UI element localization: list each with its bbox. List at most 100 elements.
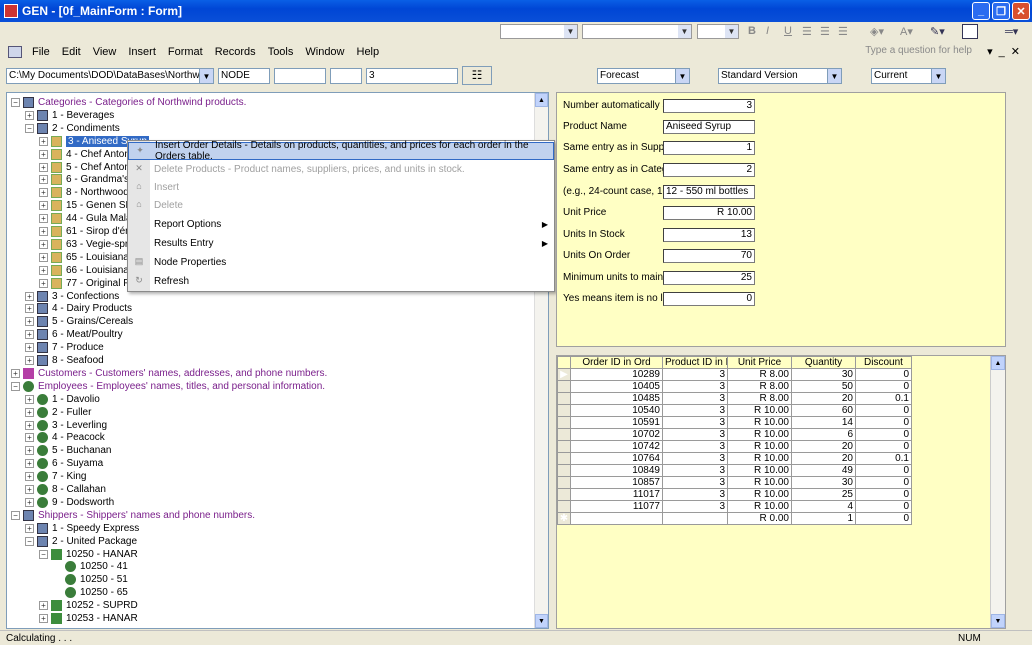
blank-field-2[interactable] <box>330 68 362 84</box>
align-left-icon[interactable]: ☰ <box>802 25 812 38</box>
level-field[interactable]: 3 <box>366 68 458 84</box>
tree-node[interactable]: +7 - King <box>25 470 86 483</box>
tree-node[interactable]: − Employees - Employees' names, titles, a… <box>11 380 325 393</box>
field-input[interactable]: 25 <box>663 271 755 285</box>
column-header[interactable]: Order ID in Ord <box>570 356 663 369</box>
collapse-icon[interactable]: − <box>39 549 48 559</box>
table-cell[interactable]: 0.1 <box>855 452 912 465</box>
expand-icon[interactable]: + <box>25 291 34 301</box>
table-cell[interactable]: 60 <box>791 404 856 417</box>
row-selector[interactable] <box>557 452 571 465</box>
tree-node[interactable]: +8 - Seafood <box>25 354 104 367</box>
table-cell[interactable]: 10849 <box>570 464 663 477</box>
table-row[interactable]: 10764 3 R 10.00 20 0.1 <box>557 452 912 465</box>
table-cell[interactable]: 10289 <box>570 368 663 381</box>
table-cell[interactable]: 10485 <box>570 392 663 405</box>
field-input[interactable]: 12 - 550 ml bottles <box>663 185 755 199</box>
table-cell[interactable]: 50 <box>791 380 856 393</box>
table-cell[interactable]: 10702 <box>570 428 663 441</box>
tree-node[interactable]: +44 - Gula Mala <box>39 212 132 225</box>
column-header[interactable]: Unit Price <box>727 356 792 369</box>
object-combo[interactable]: ▼ <box>500 24 578 39</box>
expand-icon[interactable]: + <box>25 472 34 482</box>
tree-node[interactable]: − Shippers - Shippers' names and phone nu… <box>11 509 255 522</box>
table-cell[interactable]: 11077 <box>570 500 663 513</box>
expand-icon[interactable]: + <box>25 317 34 327</box>
tree-node[interactable]: +77 - Original Fr <box>39 277 133 290</box>
table-row[interactable]: ✱ R 0.00 1 0 <box>557 512 912 525</box>
row-selector[interactable] <box>557 464 571 477</box>
expand-icon[interactable]: + <box>39 162 48 172</box>
align-right-icon[interactable]: ☰ <box>838 25 848 38</box>
table-cell[interactable]: 10742 <box>570 440 663 453</box>
menu-help[interactable]: Help <box>351 46 386 58</box>
table-cell[interactable]: R 8.00 <box>727 392 792 405</box>
align-center-icon[interactable]: ☰ <box>820 25 830 38</box>
expand-icon[interactable]: + <box>25 330 34 340</box>
row-selector[interactable] <box>557 428 571 441</box>
tree-node[interactable]: +4 - Dairy Products <box>25 302 132 315</box>
tree-node[interactable]: +63 - Vegie-spre <box>39 238 134 251</box>
menu-file[interactable]: File <box>26 46 56 58</box>
expand-icon[interactable]: + <box>25 446 34 456</box>
field-input[interactable]: 3 <box>663 99 755 113</box>
table-cell[interactable]: 0 <box>855 428 912 441</box>
expand-icon[interactable]: + <box>39 278 48 288</box>
row-selector[interactable] <box>557 476 571 489</box>
expand-icon[interactable]: + <box>39 614 48 623</box>
table-row[interactable]: 11077 3 R 10.00 4 0 <box>557 500 912 513</box>
collapse-icon[interactable]: − <box>11 510 20 520</box>
bold-button[interactable]: B <box>748 25 756 37</box>
line-color-icon[interactable]: ✎▾ <box>930 25 945 38</box>
tree-node[interactable]: +1 - Beverages <box>25 109 114 122</box>
column-header[interactable]: Quantity <box>791 356 856 369</box>
table-cell[interactable]: 0.1 <box>855 392 912 405</box>
expand-icon[interactable]: + <box>39 136 48 146</box>
table-row[interactable]: 10849 3 R 10.00 49 0 <box>557 464 912 477</box>
table-cell[interactable]: 20 <box>791 392 856 405</box>
tree-node[interactable]: +10252 - SUPRD <box>39 599 138 612</box>
row-selector[interactable] <box>557 380 571 393</box>
tree-node[interactable]: + Customers - Customers' names, addresses… <box>11 367 327 380</box>
row-selector[interactable] <box>557 488 571 501</box>
field-input[interactable]: 1 <box>663 141 755 155</box>
table-cell[interactable]: 3 <box>662 476 728 489</box>
expand-icon[interactable]: + <box>39 149 48 159</box>
row-selector[interactable] <box>557 392 571 405</box>
forecast-combo[interactable]: Forecast ▼ <box>597 68 690 84</box>
field-input[interactable]: R 10.00 <box>663 206 755 220</box>
tree-node[interactable]: +65 - Louisiana <box>39 251 129 264</box>
table-cell[interactable]: 0 <box>855 500 912 513</box>
table-row[interactable]: 10857 3 R 10.00 30 0 <box>557 476 912 489</box>
table-cell[interactable]: 0 <box>855 476 912 489</box>
tree-node[interactable]: 10250 - 65 <box>53 586 128 599</box>
table-cell[interactable]: 20 <box>791 452 856 465</box>
expand-icon[interactable]: + <box>25 420 34 430</box>
table-row[interactable]: 10702 3 R 10.00 6 0 <box>557 428 912 441</box>
blank-field-1[interactable] <box>274 68 326 84</box>
expand-icon[interactable]: + <box>25 110 34 120</box>
tree-node[interactable]: +8 - Callahan <box>25 483 106 496</box>
tree-node[interactable]: +3 - Confections <box>25 290 119 303</box>
row-selector[interactable] <box>557 440 571 453</box>
table-cell[interactable] <box>570 512 663 525</box>
tree-node[interactable]: − 10250 - HANAR <box>39 548 138 561</box>
tree-node[interactable]: +6 - Suyama <box>25 457 103 470</box>
table-cell[interactable]: R 8.00 <box>727 380 792 393</box>
font-size-combo[interactable]: ▼ <box>697 24 739 39</box>
minimize-button[interactable]: _ <box>972 2 990 20</box>
tree-node[interactable]: +5 - Chef Anton <box>39 161 130 174</box>
tree-node[interactable]: − 2 - Condiments <box>25 122 120 135</box>
table-cell[interactable]: 3 <box>662 488 728 501</box>
tree-node[interactable]: +9 - Dodsworth <box>25 496 114 509</box>
current-record-indicator[interactable]: ▶ <box>557 368 571 381</box>
row-selector[interactable] <box>557 416 571 429</box>
row-selector[interactable] <box>557 500 571 513</box>
node-field[interactable]: NODE <box>218 68 270 84</box>
field-input[interactable]: 70 <box>663 249 755 263</box>
expand-icon[interactable]: + <box>39 201 48 211</box>
collapse-icon[interactable]: − <box>25 536 34 546</box>
tree-node[interactable]: +2 - Fuller <box>25 406 91 419</box>
table-cell[interactable]: 3 <box>662 452 728 465</box>
table-cell[interactable]: 3 <box>662 404 728 417</box>
